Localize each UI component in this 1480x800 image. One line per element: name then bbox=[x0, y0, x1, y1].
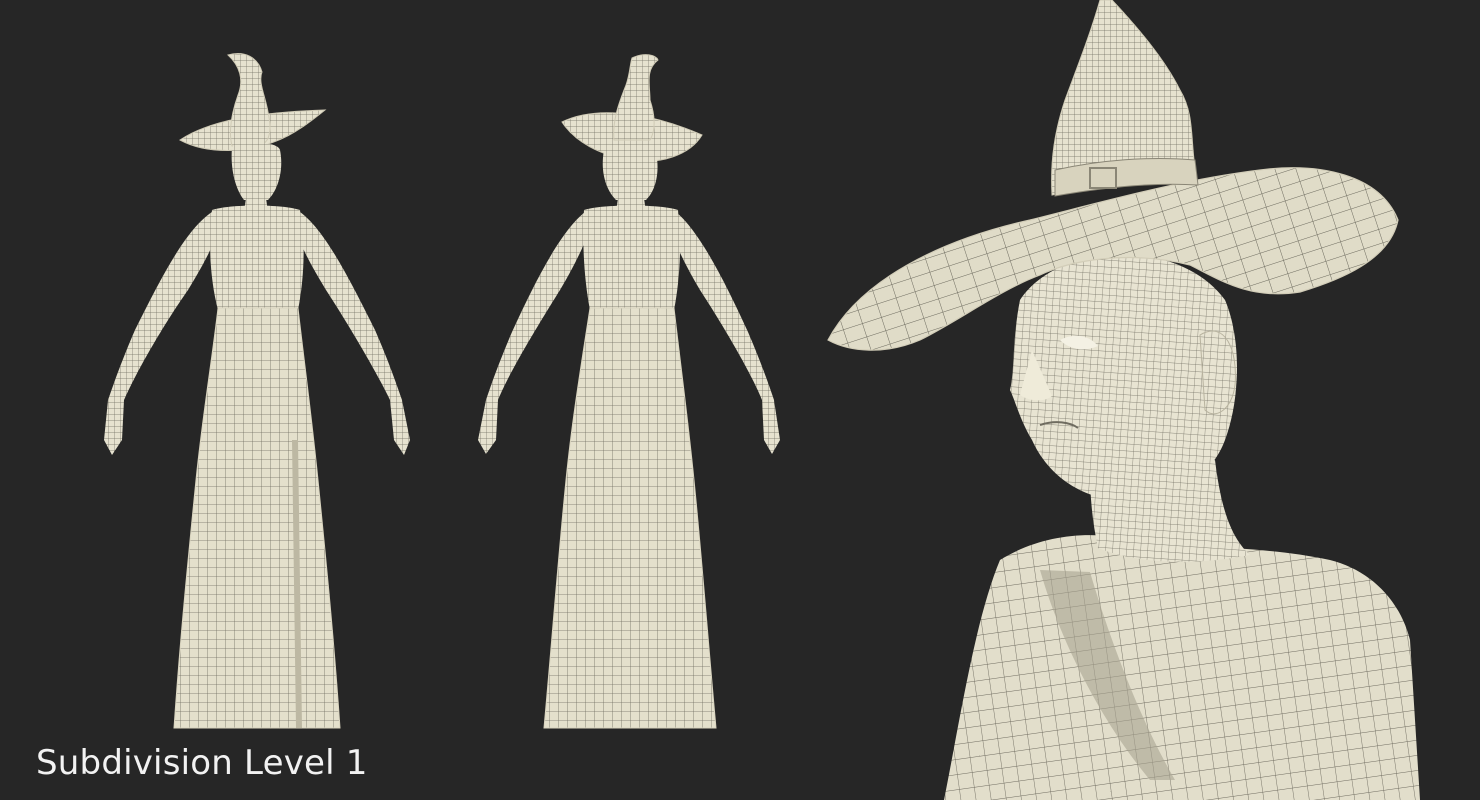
front-dress bbox=[173, 307, 341, 729]
back-torso bbox=[583, 205, 681, 310]
render-viewport: Subdivision Level 1 bbox=[0, 0, 1480, 800]
closeup-view bbox=[827, 0, 1420, 800]
back-head bbox=[602, 142, 658, 200]
closeup-torso bbox=[944, 535, 1420, 800]
front-view bbox=[104, 53, 410, 729]
wireframe-render bbox=[104, 0, 1420, 800]
front-head bbox=[231, 142, 282, 200]
subdivision-caption: Subdivision Level 1 bbox=[36, 743, 368, 783]
front-torso bbox=[210, 205, 304, 310]
back-view bbox=[478, 54, 780, 729]
front-right-arm bbox=[296, 212, 410, 455]
back-hat-cone bbox=[613, 54, 659, 141]
front-hat-cone bbox=[227, 53, 271, 147]
back-dress bbox=[543, 307, 717, 729]
front-left-arm bbox=[104, 212, 218, 455]
